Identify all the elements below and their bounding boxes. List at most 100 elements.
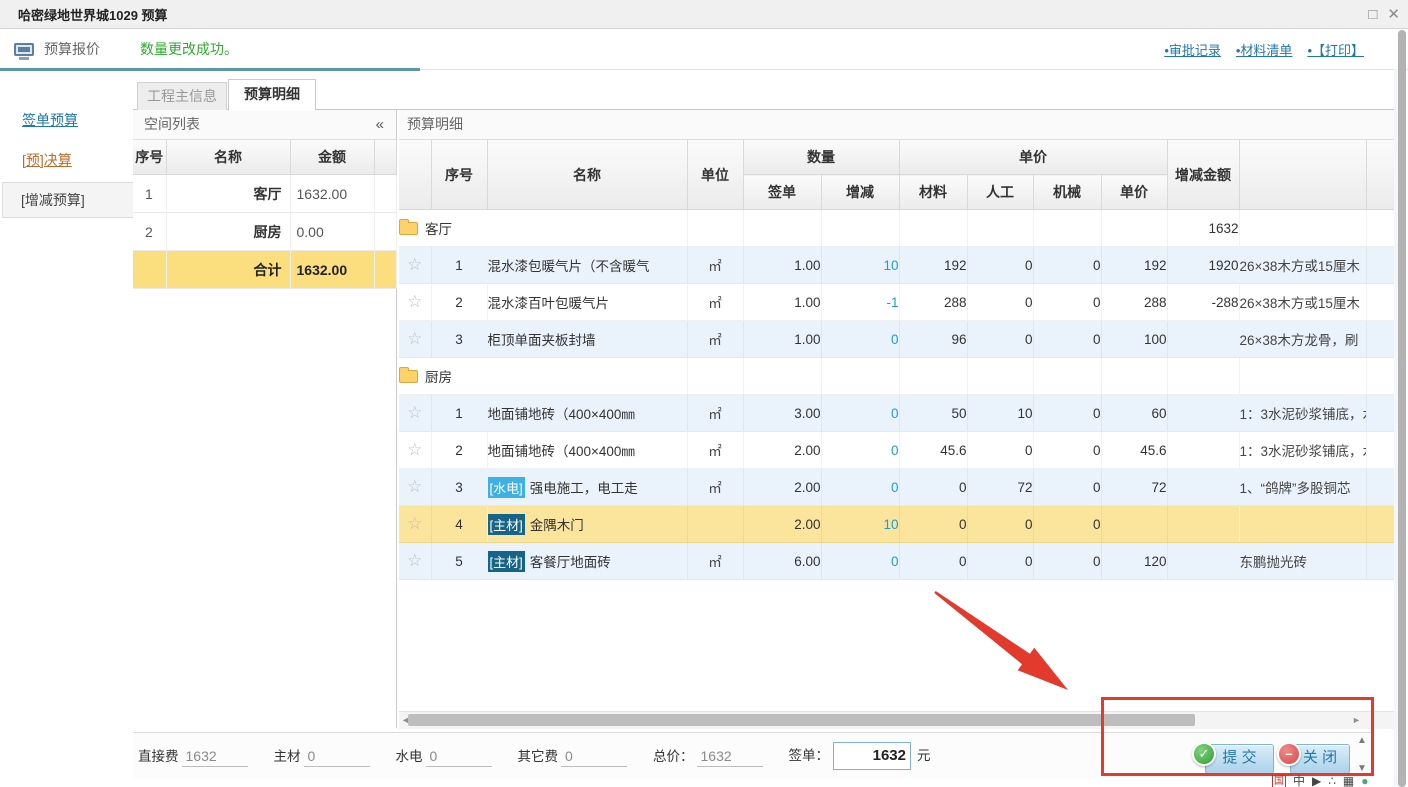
sidebar-item-pre-settlement[interactable]: [预]决算 [22, 150, 72, 170]
cell-index: 5 [431, 543, 487, 580]
total-price-label: 总价： [653, 745, 694, 765]
group-row[interactable]: 厨房 [399, 358, 1395, 395]
cell-price-machine: 0 [1033, 321, 1101, 358]
tab-project-main-info[interactable]: 工程主信息 [137, 82, 227, 111]
link-approval-record[interactable]: •审批记录 [1164, 40, 1221, 59]
footer-bar: 直接费 1632 主材 0 水电 0 其它费 0 总价： 1632 签单： 元 [133, 732, 1374, 778]
ime-bar[interactable]: 国 中 ▶ ∴ ▦ ● [1272, 775, 1368, 787]
detail-col-remark [1239, 140, 1366, 210]
cell-adjust-amount [1167, 395, 1239, 432]
space-tbody: 1客厅1632.002厨房0.00 [133, 175, 396, 251]
star-icon[interactable]: ☆ [407, 329, 422, 348]
star-icon[interactable]: ☆ [407, 477, 422, 496]
star-icon[interactable]: ☆ [407, 255, 422, 274]
space-list-title: 空间列表 [144, 116, 200, 132]
detail-row[interactable]: ☆3柜顶单面夹板封墙㎡1.000960010026×38木方龙骨，刷 [399, 321, 1395, 358]
star-icon[interactable]: ☆ [407, 551, 422, 570]
cell-index: 4 [431, 506, 487, 543]
detail-row[interactable]: ☆1混水漆包暖气片（不含暖气㎡1.001019200192192026×38木方… [399, 247, 1395, 284]
cell-price-unit: 120 [1101, 543, 1167, 580]
cell-index: 2 [431, 432, 487, 469]
space-row[interactable]: 1客厅1632.00 [133, 175, 396, 213]
cell-price-machine: 0 [1033, 543, 1101, 580]
cell-price-labor: 72 [967, 469, 1033, 506]
space-cell-idx: 1 [133, 175, 166, 213]
signed-amount-input[interactable] [833, 742, 911, 770]
cell-price-unit: 100 [1101, 321, 1167, 358]
cell-price-labor: 0 [967, 321, 1033, 358]
detail-row[interactable]: ☆3[水电]强电施工，电工走㎡2.0000720721、“鸽牌”多股铜芯 [399, 469, 1395, 506]
budget-detail-title: 预算明细 [407, 116, 463, 132]
close-button[interactable]: – 关 闭 [1290, 744, 1350, 774]
cell-price-machine: 0 [1033, 432, 1101, 469]
category-badge: [主材] [488, 551, 525, 572]
cell-qty-signed: 2.00 [743, 506, 821, 543]
group-row[interactable]: 客厅1632 [399, 210, 1395, 247]
scroll-right-icon[interactable]: ► [1352, 715, 1361, 725]
collapse-panel-icon[interactable]: « [376, 110, 384, 139]
cell-price-labor: 0 [967, 543, 1033, 580]
direct-fee-label: 直接费 [138, 745, 179, 765]
cell-unit: ㎡ [687, 543, 743, 580]
detail-col-star [399, 140, 431, 210]
cell-index: 1 [431, 247, 487, 284]
detail-row[interactable]: ☆2地面铺地砖（400×400㎜㎡2.00045.60045.61：3水泥砂浆铺… [399, 432, 1395, 469]
space-col-mingcheng: 名称 [166, 140, 290, 175]
cell-qty-adjust: 0 [821, 395, 899, 432]
monitor-icon [14, 43, 34, 56]
detail-row[interactable]: ☆5[主材]客餐厅地面砖㎡6.000000120东鹏抛光砖 [399, 543, 1395, 580]
cell-qty-adjust: 0 [821, 321, 899, 358]
detail-row[interactable]: ☆4[主材]金隅木门2.0010000 [399, 506, 1395, 543]
space-row[interactable]: 2厨房0.00 [133, 213, 396, 251]
maximize-icon[interactable]: □ [1368, 7, 1377, 22]
cell-name: 柜顶单面夹板封墙 [487, 321, 687, 358]
tab-budget-detail[interactable]: 预算明细 [228, 79, 316, 111]
cell-qty-adjust: 0 [821, 469, 899, 506]
window-titlebar: 哈密绿地世界城1029 预算 □ ✕ [0, 0, 1408, 29]
field-total-price: 总价： 1632 [653, 745, 763, 767]
sidebar-item-signed-budget[interactable]: 签单预算 [22, 110, 78, 130]
horizontal-scrollbar[interactable]: ◄ ► [399, 711, 1395, 729]
detail-row[interactable]: ☆2混水漆百叶包暖气片㎡1.00-128800288-28826×38木方或15… [399, 284, 1395, 321]
cell-qty-adjust: 0 [821, 543, 899, 580]
ime-status-dot[interactable]: ● [1361, 775, 1368, 787]
space-cell-name: 客厅 [166, 175, 290, 213]
cell-adjust-amount [1167, 469, 1239, 506]
scrollbar-thumb[interactable] [408, 714, 1195, 726]
scroll-down-icon[interactable]: ▼ [1357, 763, 1367, 774]
cell-price-unit: 45.6 [1101, 432, 1167, 469]
cell-price-labor: 0 [967, 247, 1033, 284]
link-material-list[interactable]: •材料清单 [1236, 40, 1293, 59]
ime-flag-icon[interactable]: 国 [1272, 775, 1286, 787]
sidebar-item-adjust-budget[interactable]: [增减预算] [2, 182, 148, 218]
group-name-label: 客厅 [425, 222, 452, 237]
close-icon[interactable]: ✕ [1387, 7, 1400, 22]
scroll-up-icon[interactable]: ▲ [1357, 735, 1367, 746]
vertical-scrollbar[interactable] [1398, 30, 1406, 787]
detail-col-zengjianjine: 增减金额 [1167, 140, 1239, 210]
star-icon[interactable]: ☆ [407, 292, 422, 311]
cell-price-material: 0 [899, 543, 967, 580]
star-icon[interactable]: ☆ [407, 440, 422, 459]
detail-col-danjia2: 单价 [1101, 175, 1167, 210]
cell-price-unit: 192 [1101, 247, 1167, 284]
star-icon[interactable]: ☆ [407, 403, 422, 422]
ime-pointer-icon[interactable]: ▶ [1312, 775, 1321, 787]
cell-index: 1 [431, 395, 487, 432]
space-total-row[interactable]: 合计 1632.00 [133, 251, 396, 289]
cell-adjust-amount: 1920 [1167, 247, 1239, 284]
cell-price-machine: 0 [1033, 247, 1101, 284]
ime-lang-icon[interactable]: 中 [1293, 775, 1305, 787]
submit-button[interactable]: ✓ 提 交 [1205, 744, 1274, 774]
nav-bar: 预算报价 数量更改成功。 •审批记录 •材料清单 •【打印】 [0, 29, 1408, 70]
cell-price-unit: 60 [1101, 395, 1167, 432]
keyboard-icon[interactable]: ▦ [1343, 775, 1354, 787]
ime-dots-icon[interactable]: ∴ [1328, 775, 1336, 787]
cell-unit: ㎡ [687, 321, 743, 358]
detail-row[interactable]: ☆1地面铺地砖（400×400㎜㎡3.00050100601：3水泥砂浆铺底，水 [399, 395, 1395, 432]
star-icon[interactable]: ☆ [407, 514, 422, 533]
cell-qty-adjust: 10 [821, 247, 899, 284]
plumbing-value: 0 [426, 748, 492, 767]
nav-underline [0, 68, 420, 71]
link-print[interactable]: •【打印】 [1307, 40, 1364, 59]
